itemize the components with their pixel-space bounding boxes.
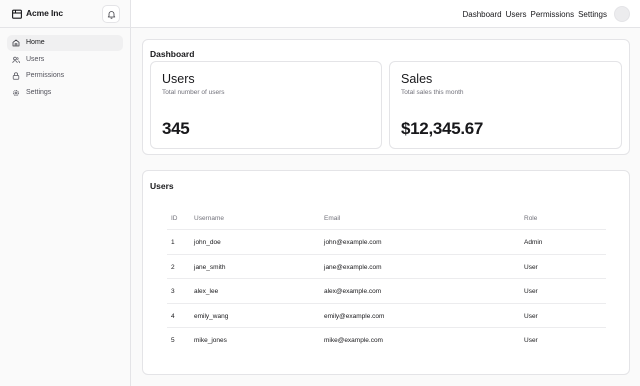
stat-title: Users <box>162 72 195 86</box>
sidebar-item-label: Settings <box>26 89 52 97</box>
dashboard-panel: Dashboard Users Total number of users 34… <box>142 39 630 155</box>
sidebar: Acme Inc Home Users Permissions Settings <box>0 0 131 386</box>
sidebar-item-label: Permissions <box>26 72 65 80</box>
stat-value: $12,345.67 <box>401 119 484 138</box>
sidebar-item-settings[interactable]: Settings <box>7 85 123 101</box>
top-nav: Dashboard Users Permissions Settings <box>462 10 607 19</box>
cell-username: john_doe <box>194 239 221 246</box>
cell-username: emily_wang <box>194 312 229 320</box>
cell-id: 4 <box>171 312 175 320</box>
cell-role: User <box>524 337 538 345</box>
cell-id: 1 <box>171 239 175 246</box>
cell-role: User <box>524 288 538 296</box>
sidebar-item-permissions[interactable]: Permissions <box>7 68 123 84</box>
gear-icon <box>13 90 19 97</box>
cell-email: emily@example.com <box>324 312 385 320</box>
topnav-link-settings[interactable]: Settings <box>578 10 607 19</box>
users-icon <box>12 56 20 63</box>
users-panel: Users ID Username Email Role 1 john_doe … <box>142 170 630 375</box>
cell-email: alex@example.com <box>324 288 382 296</box>
cell-id: 3 <box>171 288 175 296</box>
table-row[interactable]: 4 emily_wang emily@example.com User <box>167 304 606 329</box>
table-row[interactable]: 2 jane_smith jane@example.com User <box>167 255 606 280</box>
users-stat-card: Users Total number of users 345 <box>150 61 382 149</box>
users-table: ID Username Email Role 1 john_doe john@e… <box>167 206 606 353</box>
sidebar-item-label: Home <box>26 39 45 46</box>
package-icon <box>12 9 22 19</box>
cell-email: jane@example.com <box>324 263 382 271</box>
table-row[interactable]: 1 john_doe john@example.com Admin <box>167 230 606 255</box>
lock-icon <box>12 72 20 81</box>
column-header-email[interactable]: Email <box>324 215 340 222</box>
main-content: Dashboard Users Total number of users 34… <box>131 28 640 386</box>
column-header-id[interactable]: ID <box>171 215 178 222</box>
brand-name[interactable]: Acme Inc <box>26 8 63 18</box>
cell-username: mike_jones <box>194 337 227 345</box>
sales-stat-card: Sales Total sales this month $12,345.67 <box>389 61 622 149</box>
cell-username: jane_smith <box>194 263 226 271</box>
stat-subtitle: Total number of users <box>162 89 225 96</box>
cell-role: User <box>524 312 538 320</box>
cell-username: alex_lee <box>194 288 219 296</box>
table-row[interactable]: 5 mike_jones mike@example.com User <box>167 328 606 353</box>
bell-icon <box>107 11 116 19</box>
cell-email: john@example.com <box>324 239 382 246</box>
section-title: Users <box>150 181 174 191</box>
topnav-link-dashboard[interactable]: Dashboard <box>462 10 501 19</box>
avatar[interactable] <box>614 6 630 22</box>
cell-id: 5 <box>171 337 175 345</box>
sidebar-nav: Home Users Permissions Settings <box>7 35 123 102</box>
top-bar: Dashboard Users Permissions Settings <box>131 0 640 28</box>
stat-title: Sales <box>401 72 433 86</box>
cell-role: Admin <box>524 239 543 246</box>
column-header-role[interactable]: Role <box>524 215 537 222</box>
sidebar-item-users[interactable]: Users <box>7 52 123 68</box>
stat-value: 345 <box>162 119 190 138</box>
column-header-username[interactable]: Username <box>194 215 224 222</box>
topnav-link-permissions[interactable]: Permissions <box>531 10 575 19</box>
home-icon <box>12 39 20 47</box>
page-title: Dashboard <box>150 49 195 59</box>
cell-id: 2 <box>171 263 175 271</box>
table-header-row: ID Username Email Role <box>167 206 606 230</box>
sidebar-item-home[interactable]: Home <box>7 35 123 51</box>
cell-email: mike@example.com <box>324 337 383 345</box>
brand-header: Acme Inc <box>0 0 131 28</box>
cell-role: User <box>524 263 538 271</box>
notifications-button[interactable] <box>102 5 120 23</box>
topnav-link-users[interactable]: Users <box>506 10 527 19</box>
sidebar-item-label: Users <box>26 55 45 63</box>
table-row[interactable]: 3 alex_lee alex@example.com User <box>167 279 606 304</box>
stat-subtitle: Total sales this month <box>401 89 464 96</box>
